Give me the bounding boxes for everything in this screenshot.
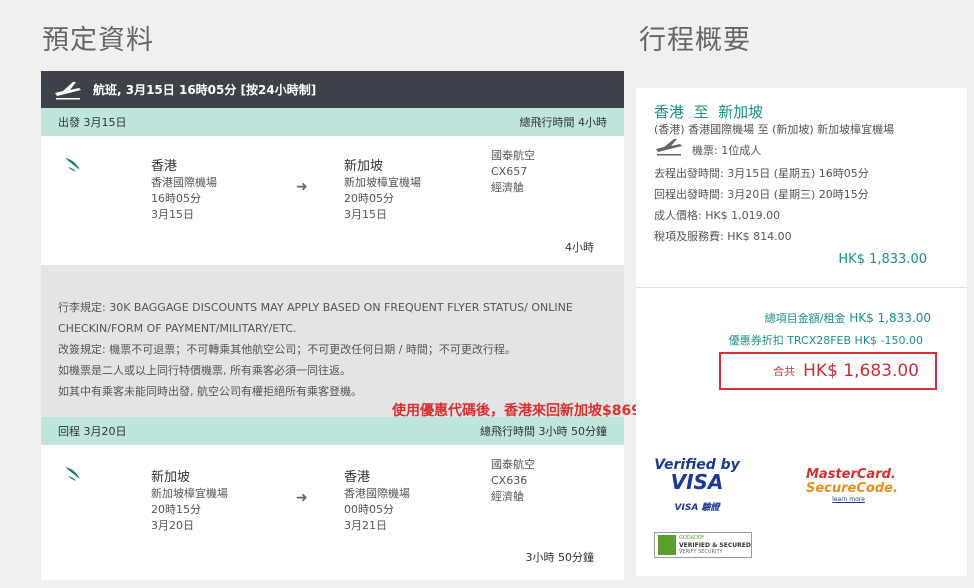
airline-name: 國泰航空 xyxy=(491,458,535,471)
flight-header: 航班, 3月15日 16時05分 [按24小時制] xyxy=(41,71,624,108)
outbound-time: 去程出發時間: 3月15日 (星期五) 16時05分 xyxy=(654,167,869,180)
verified-by-visa-logo[interactable]: Verified by VISA VISA 驗證 xyxy=(652,458,742,513)
flight-number: CX636 xyxy=(491,474,528,487)
inbound-bar: 回程 3月20日 總飛行時間 3小時 50分鐘 xyxy=(41,417,624,445)
total-box: 合共 HK$ 1,683.00 xyxy=(719,352,937,390)
rule-line: CHECKIN/FORM OF PAYMENT/MILITARY/ETC. xyxy=(58,322,297,335)
cathay-logo-icon xyxy=(63,154,83,177)
inbound-arrival: 香港 香港國際機場 00時05分 3月21日 xyxy=(344,470,410,534)
tax-fee: 稅項及服務費: HK$ 814.00 xyxy=(654,230,792,243)
inbound-airline-info: 國泰航空 CX636 經濟艙 xyxy=(491,457,535,505)
arrival-airport: 香港國際機場 xyxy=(344,487,410,500)
rule-line: 行李規定: 30K BAGGAGE DISCOUNTS MAY APPLY BA… xyxy=(58,301,573,314)
arrow-right-icon: ➜ xyxy=(296,490,308,506)
departure-city: 新加坡 xyxy=(151,470,191,485)
rule-line: 如機票是二人或以上同行特價機票, 所有乘客必須一同往返。 xyxy=(58,364,351,377)
outbound-airline-info: 國泰航空 CX657 經濟艙 xyxy=(491,148,535,196)
security-badges: Verified by VISA VISA 驗證 MasterCard. Sec… xyxy=(636,448,967,568)
coupon-discount: 優惠券折扣 TRCX28FEB HK$ -150.00 xyxy=(728,334,923,347)
booking-heading: 預定資料 xyxy=(42,25,154,56)
inbound-segment: 新加坡 新加坡樟宜機場 20時15分 3月20日 ➜ 香港 香港國際機場 00時… xyxy=(41,445,624,580)
departure-date: 3月20日 xyxy=(151,519,194,532)
departure-time: 20時15分 xyxy=(151,503,201,516)
rule-line: 如其中有乘客未能同時出發, 航空公司有權拒絕所有乘客登機。 xyxy=(58,385,362,398)
summary-heading: 行程概要 xyxy=(639,25,751,56)
inbound-label: 回程 3月20日 xyxy=(58,425,127,438)
inbound-departure: 新加坡 新加坡樟宜機場 20時15分 3月20日 xyxy=(151,470,228,534)
adult-price: 成人價格: HK$ 1,019.00 xyxy=(654,209,781,222)
summary-panel: 香港 至 新加坡 (香港) 香港國際機場 至 (新加坡) 新加坡樟宜機場 機票:… xyxy=(636,88,967,576)
outbound-label: 出發 3月15日 xyxy=(58,116,127,129)
return-time: 回程出發時間: 3月20日 (星期三) 20時15分 xyxy=(654,188,869,201)
arrival-airport: 新加坡樟宜機場 xyxy=(344,176,421,189)
divider xyxy=(636,287,967,288)
mastercard-securecode-logo[interactable]: MasterCard. SecureCode. learn more xyxy=(806,468,898,504)
outbound-segment: 香港 香港國際機場 16時05分 3月15日 ➜ 新加坡 新加坡樟宜機場 20時… xyxy=(41,136,624,265)
plane-icon xyxy=(654,138,684,163)
departure-airport: 香港國際機場 xyxy=(151,176,217,189)
total-label: 合共 xyxy=(773,365,796,378)
outbound-arrival: 新加坡 新加坡樟宜機場 20時05分 3月15日 xyxy=(344,159,421,223)
ticket-count: 機票: 1位成人 xyxy=(692,144,762,157)
outbound-bar: 出發 3月15日 總飛行時間 4小時 xyxy=(41,108,624,136)
arrival-city: 香港 xyxy=(344,470,371,485)
inbound-total: 總飛行時間 3小時 50分鐘 xyxy=(480,425,607,438)
arrival-date: 3月21日 xyxy=(344,519,387,532)
airline-name: 國泰航空 xyxy=(491,149,535,162)
outbound-total: 總飛行時間 4小時 xyxy=(519,116,608,129)
booking-panel: 航班, 3月15日 16時05分 [按24小時制] 出發 3月15日 總飛行時間… xyxy=(41,71,624,588)
rule-line: 改簽規定: 機票不可退票；不可轉乘其他航空公司；不可更改任何日期 / 時間；不可… xyxy=(58,343,516,356)
arrow-right-icon: ➜ xyxy=(296,179,308,195)
inbound-duration: 3小時 50分鐘 xyxy=(525,551,595,564)
departure-date: 3月15日 xyxy=(151,208,194,221)
cathay-logo-icon xyxy=(63,463,83,486)
arrival-time: 20時05分 xyxy=(344,192,394,205)
grand-amount: 總項目金額/租金 HK$ 1,833.00 xyxy=(764,311,931,325)
godaddy-seal[interactable]: GODADDY VERIFIED & SECURED VERIFY SECURI… xyxy=(654,532,752,558)
flight-number: CX657 xyxy=(491,165,528,178)
subtotal: HK$ 1,833.00 xyxy=(838,252,927,267)
departure-time: 16時05分 xyxy=(151,192,201,205)
flight-header-text: 航班, 3月15日 16時05分 [按24小時制] xyxy=(93,83,317,97)
lock-icon xyxy=(658,535,676,555)
cabin-class: 經濟艙 xyxy=(491,490,524,503)
total-value: HK$ 1,683.00 xyxy=(803,361,919,381)
arrival-time: 00時05分 xyxy=(344,503,394,516)
route-title: 香港 至 新加坡 xyxy=(654,103,764,121)
outbound-departure: 香港 香港國際機場 16時05分 3月15日 xyxy=(151,159,217,223)
arrival-date: 3月15日 xyxy=(344,208,387,221)
ticket-row: 機票: 1位成人 xyxy=(654,138,954,163)
outbound-duration: 4小時 xyxy=(565,241,594,254)
fare-rules: 行李規定: 30K BAGGAGE DISCOUNTS MAY APPLY BA… xyxy=(41,265,624,417)
arrival-city: 新加坡 xyxy=(344,159,384,174)
plane-icon xyxy=(51,73,85,107)
route-airports: (香港) 香港國際機場 至 (新加坡) 新加坡樟宜機場 xyxy=(654,123,895,136)
cabin-class: 經濟艙 xyxy=(491,181,524,194)
departure-airport: 新加坡樟宜機場 xyxy=(151,487,228,500)
departure-city: 香港 xyxy=(151,159,178,174)
